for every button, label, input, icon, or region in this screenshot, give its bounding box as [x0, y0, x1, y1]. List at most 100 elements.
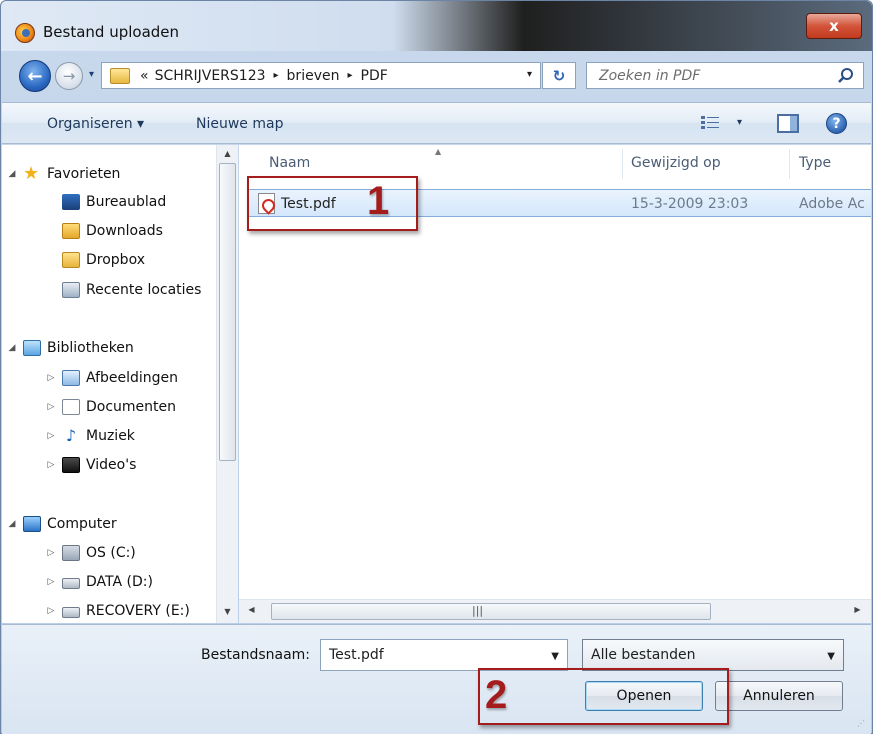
nav-item-dropbox[interactable]: Dropbox — [62, 248, 145, 272]
back-arrow-icon: ← — [27, 65, 43, 87]
computer-icon — [23, 516, 41, 532]
collapse-icon[interactable]: ▷ — [46, 373, 56, 383]
breadcrumb-pdf[interactable]: PDF — [361, 68, 388, 84]
callout-number-2: 2 — [485, 673, 508, 717]
nav-libraries[interactable]: ◢ Bibliotheken — [7, 336, 134, 360]
hard-drive-icon — [62, 578, 80, 589]
nav-computer[interactable]: ◢ Computer — [7, 512, 117, 536]
column-divider[interactable] — [789, 149, 790, 179]
filter-value: Alle bestanden — [591, 647, 696, 663]
breadcrumb-separator[interactable]: ▸ — [347, 70, 352, 81]
close-button[interactable]: x — [806, 13, 862, 39]
scrollbar-thumb[interactable]: ||| — [271, 603, 711, 620]
desktop-icon — [62, 194, 80, 210]
nav-item-recente-locaties[interactable]: Recente locaties — [62, 278, 201, 302]
search-icon[interactable] — [837, 67, 855, 85]
breadcrumb-overflow[interactable]: « — [140, 68, 149, 84]
nav-label: Downloads — [86, 223, 163, 239]
address-dropdown-icon[interactable]: ▾ — [527, 69, 532, 80]
collapse-icon[interactable]: ▷ — [46, 431, 56, 441]
recent-pages-dropdown[interactable]: ▾ — [89, 69, 94, 80]
libraries-icon — [23, 340, 41, 356]
breadcrumb-brieven[interactable]: brieven — [287, 68, 340, 84]
pictures-icon — [62, 370, 80, 386]
expand-icon[interactable]: ◢ — [7, 343, 17, 353]
organize-menu[interactable]: Organiseren ▾ — [47, 116, 144, 132]
nav-item-os-c[interactable]: ▷ OS (C:) — [46, 541, 136, 565]
column-header-type[interactable]: Type — [799, 155, 831, 171]
address-bar[interactable]: « SCHRIJVERS123 ▸ brieven ▸ PDF ▾ — [101, 62, 541, 89]
filename-input[interactable]: Test.pdf ▼ — [320, 639, 568, 671]
collapse-icon[interactable]: ▷ — [46, 548, 56, 558]
view-options-icon[interactable] — [700, 115, 720, 131]
nav-label: RECOVERY (E:) — [86, 603, 190, 619]
system-drive-icon — [62, 545, 80, 561]
nav-item-downloads[interactable]: Downloads — [62, 219, 163, 243]
scroll-up-icon[interactable]: ▲ — [217, 149, 238, 158]
nav-item-data-d[interactable]: ▷ DATA (D:) — [46, 570, 153, 594]
command-bar: Organiseren ▾ Nieuwe map ▾ ? — [2, 102, 871, 144]
file-upload-dialog: Bestand uploaden x ← → ▾ « SCHRIJVERS123… — [0, 0, 873, 734]
new-folder-button[interactable]: Nieuwe map — [196, 116, 283, 132]
collapse-icon[interactable]: ▷ — [46, 460, 56, 470]
scrollbar-thumb[interactable] — [219, 163, 236, 461]
title-bar: Bestand uploaden x — [1, 1, 872, 51]
nav-label: Bibliotheken — [47, 340, 134, 356]
nav-label: Afbeeldingen — [86, 370, 179, 386]
column-divider[interactable] — [622, 149, 623, 179]
file-type-filter[interactable]: Alle bestanden ▼ — [582, 639, 844, 671]
expand-icon[interactable]: ◢ — [7, 519, 17, 529]
dropbox-folder-icon — [62, 252, 80, 268]
firefox-icon — [15, 23, 35, 43]
filename-label: Bestandsnaam: — [201, 647, 311, 663]
scroll-right-icon[interactable]: ▶ — [847, 605, 868, 614]
hard-drive-icon — [62, 607, 80, 618]
file-type: Adobe Ac — [799, 196, 865, 212]
breadcrumb-separator[interactable]: ▸ — [274, 70, 279, 81]
dialog-footer: Bestandsnaam: Test.pdf ▼ Alle bestanden … — [2, 624, 871, 734]
callout-1-highlight — [247, 176, 418, 231]
horizontal-scrollbar[interactable]: ◀ ||| ▶ — [239, 599, 871, 623]
nav-label: Documenten — [86, 399, 177, 415]
star-icon: ★ — [23, 163, 40, 184]
callout-number-1: 1 — [367, 179, 390, 223]
navigation-scrollbar[interactable]: ▲ ▼ — [216, 145, 238, 623]
preview-pane-icon[interactable] — [777, 114, 799, 133]
documents-icon — [62, 399, 80, 415]
column-header-naam[interactable]: Naam — [269, 155, 310, 171]
forward-button[interactable]: → — [55, 62, 83, 90]
nav-item-videos[interactable]: ▷ Video's — [46, 453, 136, 477]
nav-favorites[interactable]: ◢ ★ Favorieten — [7, 162, 121, 186]
filename-dropdown-icon[interactable]: ▼ — [551, 651, 559, 662]
back-button[interactable]: ← — [19, 60, 51, 92]
nav-label: OS (C:) — [86, 545, 136, 561]
nav-item-recovery-e[interactable]: ▷ RECOVERY (E:) — [46, 599, 190, 623]
address-row: ← → ▾ « SCHRIJVERS123 ▸ brieven ▸ PDF ▾ … — [1, 53, 872, 99]
search-placeholder: Zoeken in PDF — [599, 67, 701, 84]
nav-item-bureaublad[interactable]: Bureaublad — [62, 190, 166, 214]
scroll-left-icon[interactable]: ◀ — [241, 605, 262, 614]
nav-item-documenten[interactable]: ▷ Documenten — [46, 395, 176, 419]
resize-grip-icon[interactable]: ⋰ — [857, 719, 865, 728]
refresh-button[interactable]: ↻ — [542, 62, 576, 89]
scroll-down-icon[interactable]: ▼ — [217, 607, 238, 616]
column-header-gewijzigd-op[interactable]: Gewijzigd op — [631, 155, 721, 171]
cancel-button[interactable]: Annuleren — [715, 681, 843, 711]
filename-value: Test.pdf — [329, 647, 384, 663]
collapse-icon[interactable]: ▷ — [46, 606, 56, 616]
forward-arrow-icon: → — [62, 67, 76, 85]
music-note-icon: ♪ — [65, 426, 77, 445]
view-dropdown-icon[interactable]: ▾ — [737, 117, 742, 128]
film-strip-icon — [62, 457, 80, 473]
filter-dropdown-icon[interactable]: ▼ — [827, 651, 835, 662]
collapse-icon[interactable]: ▷ — [46, 577, 56, 587]
help-icon[interactable]: ? — [826, 113, 847, 134]
nav-item-afbeeldingen[interactable]: ▷ Afbeeldingen — [46, 366, 178, 390]
collapse-icon[interactable]: ▷ — [46, 402, 56, 412]
search-input[interactable]: Zoeken in PDF — [586, 62, 864, 89]
expand-icon[interactable]: ◢ — [7, 169, 17, 179]
nav-label: Video's — [86, 457, 137, 473]
nav-item-muziek[interactable]: ▷ ♪ Muziek — [46, 424, 135, 448]
nav-label: Muziek — [86, 428, 135, 444]
breadcrumb-schrijvers123[interactable]: SCHRIJVERS123 — [155, 68, 266, 84]
